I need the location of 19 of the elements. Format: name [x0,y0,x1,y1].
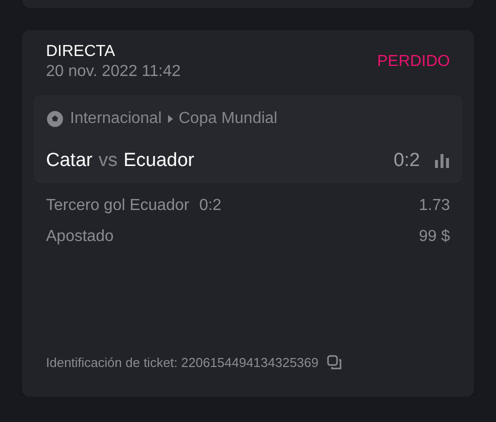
home-team: Catar [46,149,92,173]
selection-score: 0:2 [199,196,222,216]
bet-type: DIRECTA [46,42,116,62]
ticket-id: Identificación de ticket: 2206154494134325369 [46,354,318,372]
bet-status: PERDIDO [377,52,450,72]
caret-icon [168,115,173,123]
league-label: Copa Mundial [178,109,278,129]
match-score: 0:2 [394,149,420,173]
stake-label: Apostado [46,227,114,247]
vs-label: vs [98,149,118,173]
bet-date: 20 nov. 2022 11:42 [46,62,181,82]
away-team: Ecuador [123,149,194,173]
sport-label: Internacional [70,109,162,129]
copy-icon[interactable] [326,354,342,370]
market-label: Tercero gol Ecuador [46,196,190,216]
stake-value: 99 $ [418,227,450,247]
odds-value: 1.73 [418,196,450,216]
bar-chart-icon[interactable] [434,154,450,168]
soccer-ball-icon [46,110,64,128]
